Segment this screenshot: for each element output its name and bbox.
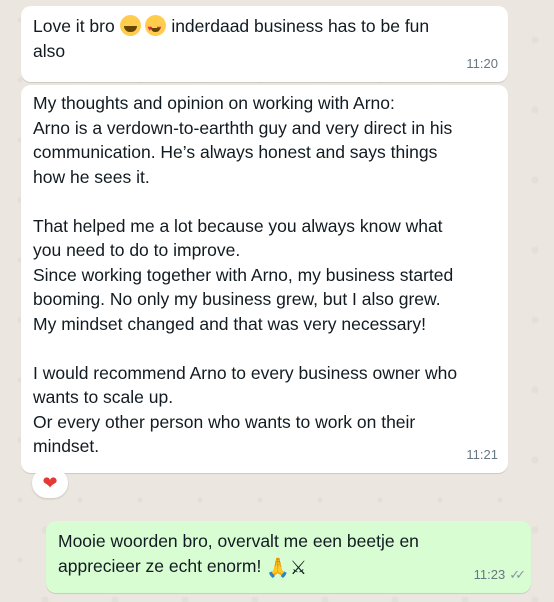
message-text-part: Mooie woorden bro, overvalt me een beetj… bbox=[58, 531, 419, 551]
heart-eyes-icon bbox=[145, 15, 167, 42]
message-meta: 11:23 ✓✓ bbox=[473, 563, 526, 588]
message-text-part: also bbox=[33, 40, 66, 61]
message-text: Mooie woorden bro, overvalt me een beetj… bbox=[58, 529, 519, 581]
incoming-message-2[interactable]: My thoughts and opinion on working with … bbox=[21, 85, 508, 473]
message-meta: 11:20 bbox=[466, 52, 498, 77]
red-heart-icon: ❤ bbox=[42, 472, 58, 493]
outgoing-message[interactable]: Mooie woorden bro, overvalt me een beetj… bbox=[46, 521, 531, 593]
timestamp: 11:21 bbox=[466, 446, 498, 462]
crossed-swords-icon: ⚔ bbox=[289, 557, 307, 579]
message-text-part: apprecieer ze echt enorm! bbox=[58, 555, 267, 576]
message-meta: 11:21 bbox=[466, 443, 498, 468]
face-with-tears-of-joy-icon bbox=[119, 15, 141, 36]
message-text-part: Love it bro bbox=[33, 16, 120, 36]
folded-hands-icon: 🙏 bbox=[266, 557, 290, 579]
timestamp: 11:23 bbox=[473, 566, 506, 582]
incoming-message-1[interactable]: Love it bro inderdaad business has to be… bbox=[21, 6, 508, 82]
double-check-icon: ✓✓ bbox=[509, 566, 526, 582]
timestamp: 11:20 bbox=[466, 55, 498, 71]
message-text-part: inderdaad business has to be fun bbox=[166, 16, 430, 36]
message-text: My thoughts and opinion on working with … bbox=[33, 93, 458, 456]
message-text: Love it bro inderdaad business has to be… bbox=[33, 14, 496, 63]
heart-reaction[interactable]: ❤ bbox=[32, 468, 68, 498]
